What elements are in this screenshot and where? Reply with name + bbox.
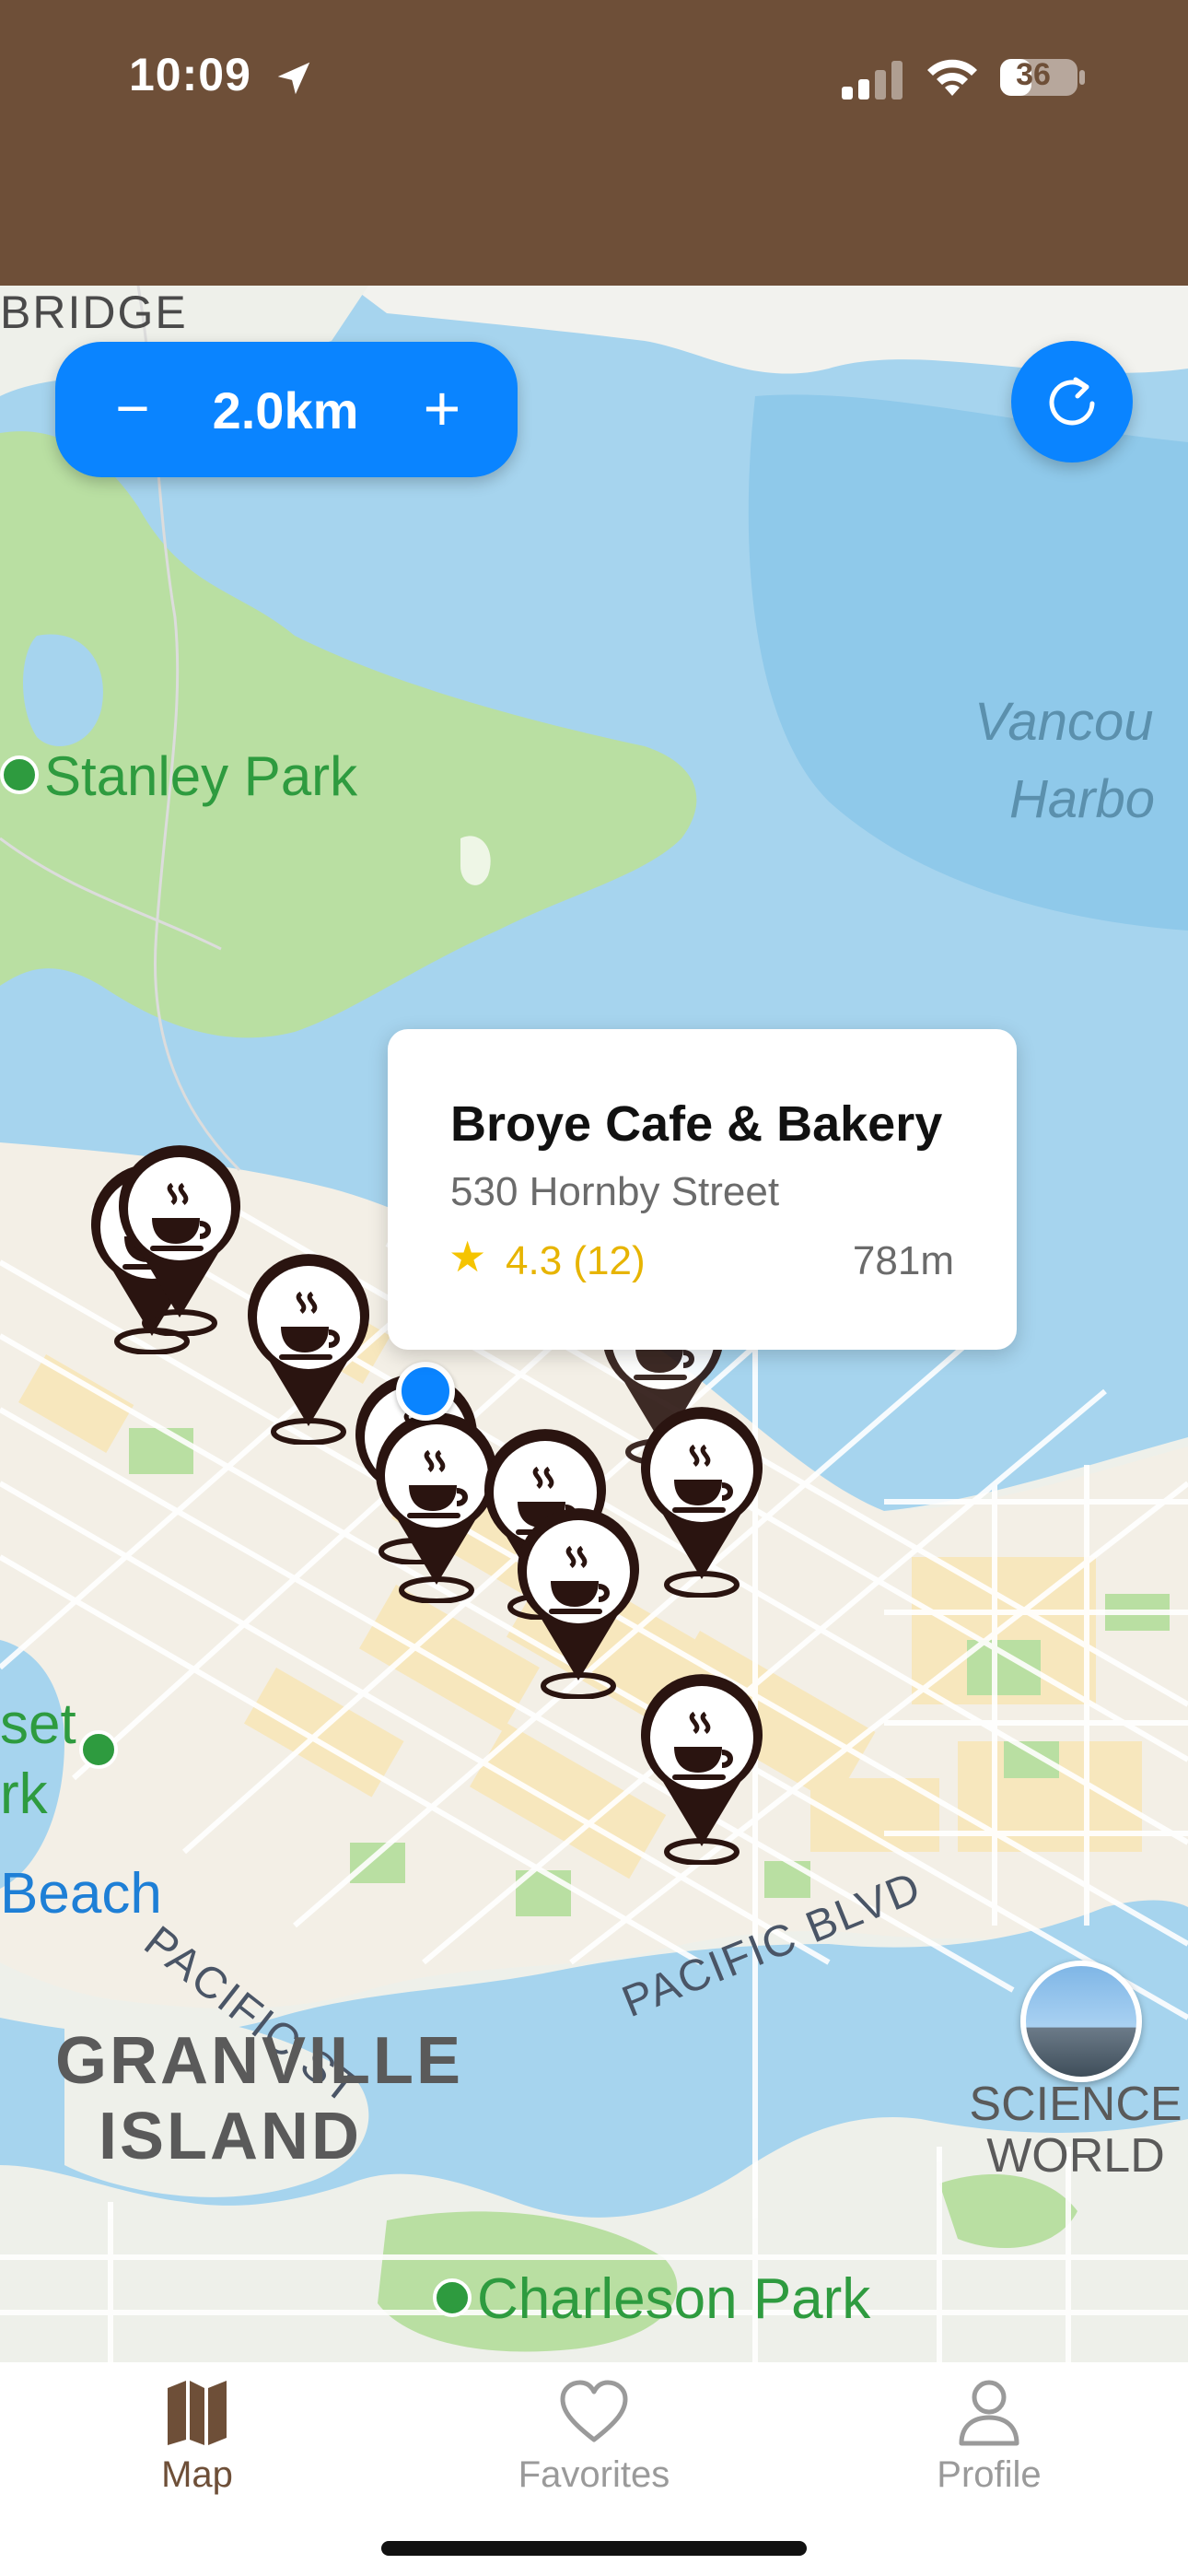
status-time: 10:09 — [129, 49, 251, 100]
cafe-pin[interactable] — [115, 1142, 244, 1336]
cafe-rating: 4.3 (12) — [506, 1238, 646, 1283]
star-icon: ★ — [448, 1233, 487, 1281]
header-bar: 10:09 36 — [0, 0, 1188, 286]
cafe-pin[interactable] — [637, 1404, 766, 1598]
refresh-button[interactable] — [1011, 341, 1133, 463]
map-label-sunset-2: rk — [0, 1762, 48, 1826]
tab-map[interactable]: Map — [59, 2362, 335, 2510]
cafe-name: Broye Cafe & Bakery — [450, 1096, 943, 1152]
heart-icon — [560, 2380, 628, 2442]
cafe-pin[interactable] — [514, 1505, 643, 1699]
battery-level: 36 — [1016, 57, 1051, 92]
map-label-stanley-park: Stanley Park — [0, 744, 357, 808]
home-indicator — [381, 2541, 807, 2556]
map-label-harbour-2: Harbo — [1009, 769, 1155, 829]
map-label-harbour-1: Vancou — [974, 692, 1154, 752]
cafe-callout[interactable]: Broye Cafe & Bakery 530 Hornby Street ★ … — [388, 1029, 1017, 1350]
tab-label: Map — [161, 2454, 233, 2495]
map-label-granville-island: GRANVILLE ISLAND — [55, 2024, 464, 2173]
refresh-icon — [1049, 377, 1095, 426]
park-icon — [79, 1730, 123, 1774]
map-label-charleson-park: Charleson Park — [433, 2266, 870, 2332]
cafe-address: 530 Hornby Street — [450, 1169, 780, 1214]
radius-value: 2.0km — [212, 381, 359, 439]
wifi-icon — [927, 59, 977, 96]
cafe-pin[interactable] — [637, 1671, 766, 1865]
map-label-bridge: BRIDGE — [0, 287, 188, 338]
tab-profile[interactable]: Profile — [851, 2362, 1127, 2510]
map-label-sunset-1: set — [0, 1692, 76, 1756]
person-icon — [959, 2380, 1019, 2446]
radius-control: − 2.0km + — [55, 342, 518, 477]
zoom-in-button[interactable]: + — [405, 373, 479, 447]
tab-label: Favorites — [518, 2454, 670, 2495]
tab-label: Profile — [937, 2454, 1042, 2495]
map-icon — [168, 2381, 227, 2445]
science-world-poi[interactable] — [1020, 1961, 1142, 2082]
map-label-beach: Beach — [0, 1862, 162, 1926]
location-arrow-icon — [277, 62, 310, 95]
zoom-out-button[interactable]: − — [96, 373, 169, 447]
cellular-signal-icon — [842, 61, 903, 100]
cafe-distance: 781m — [852, 1238, 954, 1283]
tab-favorites[interactable]: Favorites — [456, 2362, 732, 2510]
park-icon — [0, 755, 39, 795]
map-label-science-world: SCIENCE WORLD — [969, 2078, 1182, 2183]
current-location-dot — [396, 1362, 455, 1421]
